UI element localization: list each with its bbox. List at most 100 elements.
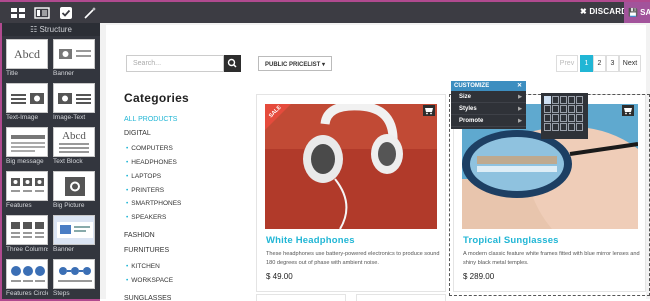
- size-grid-cell[interactable]: [576, 105, 583, 113]
- snippet-banner-2[interactable]: Banner: [53, 215, 95, 253]
- snippet-features[interactable]: Features: [6, 171, 48, 209]
- size-grid-cell[interactable]: [560, 114, 567, 122]
- size-grid-cell[interactable]: [552, 96, 559, 104]
- snippet-text-image[interactable]: Text-Image: [6, 83, 48, 121]
- snippet-label: Big Picture: [53, 202, 85, 209]
- snippet-banner[interactable]: Banner: [53, 39, 95, 77]
- customize-item-promote[interactable]: Promote ▶: [451, 115, 526, 127]
- options-icon[interactable]: [58, 6, 74, 20]
- snippet-title[interactable]: Abcd Title: [6, 39, 48, 77]
- snippet-steps[interactable]: Steps: [53, 259, 95, 297]
- pager-prev[interactable]: Prev: [556, 55, 578, 72]
- pager-next[interactable]: Next: [619, 55, 641, 72]
- snippet-three-columns[interactable]: Three Columns: [6, 215, 48, 253]
- snippet-thumbnail: Abcd: [6, 39, 48, 69]
- snippet-thumbnail: [53, 215, 95, 245]
- size-grid-cell[interactable]: [568, 105, 575, 113]
- product-card[interactable]: SALE White Headphones These headphones u…: [256, 94, 446, 292]
- category-printers[interactable]: PRINTERS: [126, 187, 164, 194]
- pager-page-1[interactable]: 1: [580, 55, 593, 72]
- size-grid-cell[interactable]: [568, 123, 575, 131]
- add-to-cart-button[interactable]: [423, 105, 435, 116]
- discard-button[interactable]: ✖ DISCARD: [580, 7, 627, 16]
- theme-icon[interactable]: [34, 6, 50, 20]
- size-grid[interactable]: [544, 96, 585, 131]
- size-grid-cell[interactable]: [552, 105, 559, 113]
- category-all-products[interactable]: ALL PRODUCTS: [124, 116, 177, 123]
- category-laptops[interactable]: LAPTOPS: [126, 173, 161, 180]
- snippet-big-picture[interactable]: Big Picture: [53, 171, 95, 209]
- customize-menu: CUSTOMIZE ✕ Size ▶ Styles ▶ Promote ▶: [451, 81, 526, 129]
- search-button[interactable]: [224, 55, 241, 72]
- magic-wand-icon[interactable]: [82, 6, 98, 20]
- product-card-partial[interactable]: [356, 294, 446, 301]
- snippet-image-text[interactable]: Image-Text: [53, 83, 95, 121]
- snippet-thumbnail: [53, 83, 95, 113]
- size-grid-cell[interactable]: [552, 114, 559, 122]
- size-grid-cell[interactable]: [576, 114, 583, 122]
- category-digital[interactable]: DIGITAL: [124, 130, 151, 137]
- category-workspace[interactable]: WORKSPACE: [126, 277, 173, 284]
- snippet-features-circle[interactable]: Features Circle: [6, 259, 48, 297]
- snippet-label: Three Columns: [6, 246, 48, 253]
- customize-item-size[interactable]: Size ▶: [451, 91, 526, 103]
- customize-item-styles[interactable]: Styles ▶: [451, 103, 526, 115]
- size-grid-cell[interactable]: [544, 114, 551, 122]
- snippet-thumbnail: [53, 259, 95, 289]
- snippet-thumbnail: [6, 171, 48, 201]
- size-grid-cell[interactable]: [544, 105, 551, 113]
- customize-item-label: Styles: [459, 106, 477, 112]
- size-grid-cell[interactable]: [560, 123, 567, 131]
- size-grid-cell[interactable]: [552, 123, 559, 131]
- product-price: $ 49.00: [266, 272, 293, 281]
- size-grid-cell[interactable]: [568, 96, 575, 104]
- snippet-label: Text-Image: [6, 114, 39, 121]
- category-furnitures[interactable]: FURNITURES: [124, 247, 169, 254]
- snippet-label: Text Block: [53, 158, 83, 165]
- chevron-right-icon: ▶: [518, 106, 522, 112]
- cart-icon: [425, 108, 433, 115]
- shop-page: Search... PUBLIC PRICELIST ▾ Prev 1 2 3 …: [106, 25, 650, 301]
- snippet-thumbnail: [53, 39, 95, 69]
- chevron-right-icon: ▶: [518, 118, 522, 124]
- pager-page-3[interactable]: 3: [606, 55, 619, 72]
- snippet-thumbnail: [6, 215, 48, 245]
- search-icon: [227, 58, 237, 68]
- size-grid-cell[interactable]: [544, 96, 551, 104]
- search-input[interactable]: Search...: [126, 55, 224, 72]
- snippet-label: Features Circle: [6, 290, 48, 297]
- product-name[interactable]: White Headphones: [266, 235, 355, 246]
- size-grid-cell[interactable]: [544, 123, 551, 131]
- close-icon[interactable]: ✕: [517, 82, 522, 89]
- chevron-right-icon: ▶: [518, 94, 522, 100]
- pager-page-2[interactable]: 2: [593, 55, 606, 72]
- snippet-label: Title: [6, 70, 19, 77]
- size-picker[interactable]: [541, 93, 588, 139]
- save-button[interactable]: 💾 SAVE: [624, 2, 650, 25]
- product-image[interactable]: SALE: [265, 104, 437, 229]
- category-computers[interactable]: COMPUTERS: [126, 145, 173, 152]
- snippet-big-message[interactable]: Big message: [6, 127, 48, 165]
- snippet-text-block[interactable]: Abcd Text Block: [53, 127, 95, 165]
- product-description: These headphones use battery-powered ele…: [266, 251, 440, 266]
- snippets-panel: ☷ Structure Abcd Title Banner Text-Image…: [0, 23, 100, 301]
- category-smartphones[interactable]: SMARTPHONES: [126, 200, 181, 207]
- size-grid-cell[interactable]: [560, 96, 567, 104]
- customize-header: CUSTOMIZE ✕: [451, 81, 526, 91]
- category-kitchen[interactable]: KITCHEN: [126, 263, 160, 270]
- snippet-label: Banner: [53, 246, 74, 253]
- category-sunglasses[interactable]: SUNGLASSES: [124, 295, 171, 301]
- size-grid-cell[interactable]: [576, 96, 583, 104]
- pricelist-dropdown[interactable]: PUBLIC PRICELIST ▾: [258, 56, 333, 71]
- category-fashion[interactable]: FASHION: [124, 232, 155, 239]
- size-grid-cell[interactable]: [560, 105, 567, 113]
- size-grid-cell[interactable]: [576, 123, 583, 131]
- category-headphones[interactable]: HEADPHONES: [126, 159, 177, 166]
- snippet-label: Banner: [53, 70, 74, 77]
- product-card-partial[interactable]: [256, 294, 346, 301]
- snippets-icon[interactable]: [10, 6, 26, 20]
- panel-title: ☷ Structure: [2, 23, 100, 36]
- category-speakers[interactable]: SPEAKERS: [126, 214, 166, 221]
- customize-title: CUSTOMIZE: [454, 83, 490, 89]
- size-grid-cell[interactable]: [568, 114, 575, 122]
